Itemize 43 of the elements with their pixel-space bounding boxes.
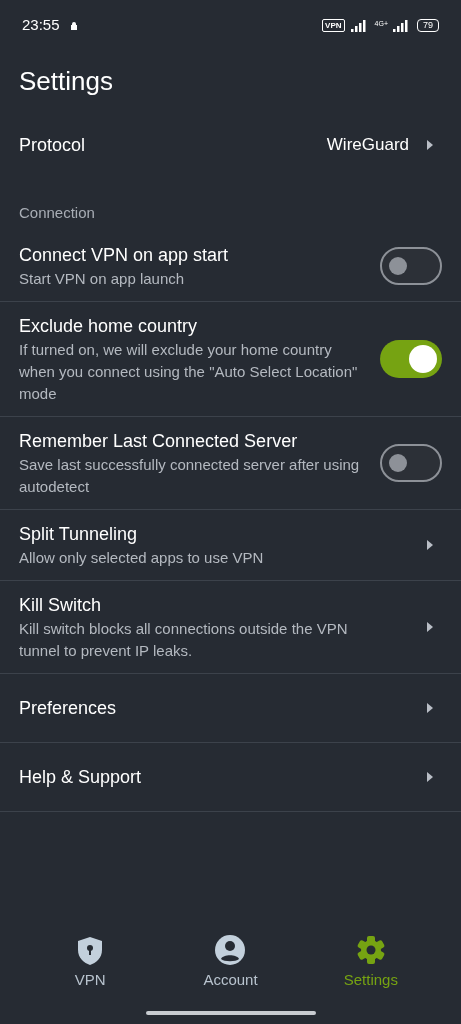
setting-description: Save last successfully connected server after using autodetect — [19, 455, 361, 497]
vpn-badge: VPN — [322, 18, 345, 32]
toggle-switch[interactable] — [380, 247, 442, 285]
nav-tab[interactable]: VPN — [40, 932, 141, 991]
settings-row[interactable]: Remember Last Connected Server Save last successfully connected server after using autodetect — [0, 417, 461, 510]
chevron-right-icon — [427, 622, 433, 632]
setting-label: Split Tunneling — [19, 523, 139, 546]
settings-row[interactable]: Exclude home country If turned on, we will exclude your home country when you connect using the "Auto Select Location" mode — [0, 302, 461, 417]
battery-indicator: 79 — [417, 18, 439, 32]
settings-row[interactable]: Split Tunneling Allow only selected apps to use VPN — [0, 510, 461, 581]
chevron-right-icon — [427, 703, 433, 713]
setting-label: Help & Support — [19, 766, 143, 789]
settings-row[interactable]: Kill Switch Kill switch blocks all connections outside the VPN tunnel to prevent IP leaks. — [0, 581, 461, 674]
settings-icon — [355, 934, 386, 965]
nav-tab[interactable]: Settings — [320, 932, 421, 991]
signal-icon — [393, 18, 409, 32]
setting-description: Allow only selected apps to use VPN — [19, 548, 265, 568]
chevron-right-icon — [427, 140, 433, 150]
chevron-right-icon — [427, 540, 433, 550]
account-icon — [215, 934, 246, 965]
setting-value: WireGuard — [326, 134, 409, 157]
shield-icon — [78, 936, 103, 965]
toggle-switch[interactable] — [380, 340, 442, 378]
setting-description: If turned on, we will exclude your home country when you connect using the "Auto Select Location" mode — [19, 340, 359, 404]
toggle-switch[interactable] — [380, 444, 442, 482]
setting-label: Preferences — [19, 697, 118, 720]
setting-label: Exclude home country — [19, 315, 199, 338]
settings-row[interactable]: Preferences — [0, 674, 461, 743]
nav-tab[interactable]: Account — [180, 932, 281, 991]
settings-row[interactable]: Connect VPN on app start Start VPN on app launch — [0, 231, 461, 302]
status-time: 23:55 — [22, 14, 60, 35]
setting-label: Protocol — [19, 134, 87, 157]
setting-label: Kill Switch — [19, 594, 103, 617]
settings-row[interactable]: Protocol WireGuard — [0, 119, 461, 171]
setting-label: Remember Last Connected Server — [19, 430, 299, 453]
lock-icon — [69, 20, 78, 30]
setting-description: Start VPN on app launch — [19, 269, 186, 289]
section-header: Connection — [19, 204, 95, 221]
settings-row[interactable]: Help & Support — [0, 743, 461, 812]
chevron-right-icon — [427, 772, 433, 782]
setting-label: Connect VPN on app start — [19, 244, 230, 267]
setting-description: Kill switch blocks all connections outside the VPN tunnel to prevent IP leaks. — [19, 619, 349, 661]
page-title: Settings — [18, 65, 114, 98]
